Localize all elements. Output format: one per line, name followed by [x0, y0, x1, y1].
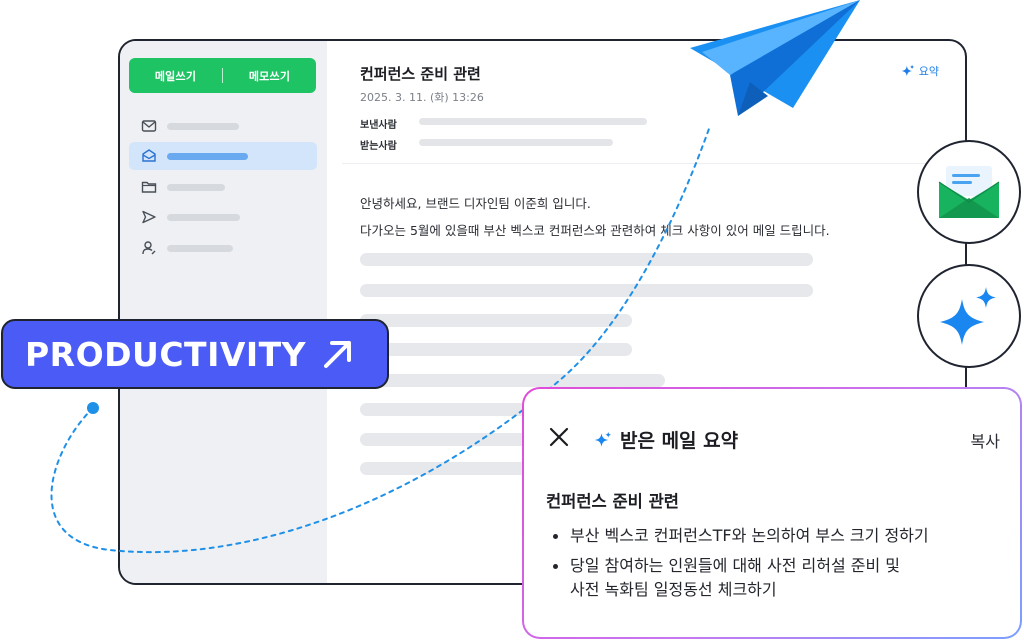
recipient-placeholder: [419, 139, 613, 146]
open-mail-icon: [938, 166, 1000, 218]
mail-badge: [917, 140, 1021, 244]
sidebar-item-sent[interactable]: [129, 203, 317, 231]
summary-item-text-continued: 사전 녹화팀 일정동선 체크하기: [570, 580, 777, 599]
inbox-icon: [142, 149, 156, 162]
summary-item: 부산 벡스코 컨퍼런스TF와 논의하여 부스 크기 정하기: [546, 524, 929, 548]
write-mail-button[interactable]: 메일쓰기: [129, 68, 222, 84]
contacts-icon: [142, 241, 156, 255]
sender-label: 보낸사람: [360, 120, 397, 131]
summary-list: 부산 벡스코 컨퍼런스TF와 논의하여 부스 크기 정하기 당일 참여하는 인원…: [546, 524, 929, 608]
summarize-button[interactable]: 요약: [901, 63, 939, 79]
sidebar-item-placeholder: [167, 214, 240, 221]
copy-button[interactable]: 복사: [971, 428, 1000, 452]
ai-sparkle-badge: [917, 264, 1021, 368]
mail-body-line: 안녕하세요, 브랜드 디자인팀 이준희 입니다.: [360, 196, 591, 211]
sidebar-item-placeholder: [167, 153, 248, 160]
send-icon: [142, 210, 156, 224]
mail-subject: 컨퍼런스 준비 관련: [360, 65, 481, 83]
sidebar: 메일쓰기 메모쓰기: [120, 41, 327, 583]
sidebar-item-inbox[interactable]: [129, 142, 317, 170]
text-placeholder: [360, 253, 813, 266]
sidebar-item-placeholder: [167, 184, 225, 191]
trail-start-dot: [87, 402, 99, 414]
sender-placeholder: [419, 118, 647, 125]
compose-bar: 메일쓰기 메모쓰기: [129, 58, 316, 93]
write-memo-button[interactable]: 메모쓰기: [223, 68, 316, 84]
sidebar-item-contacts[interactable]: [129, 234, 317, 262]
sidebar-item-placeholder: [167, 245, 233, 252]
mail-icon: [141, 120, 157, 132]
sidebar-item-folder[interactable]: [129, 173, 317, 201]
text-placeholder: [360, 314, 632, 327]
text-placeholder: [360, 374, 665, 387]
folder-icon: [141, 181, 157, 193]
productivity-badge: PRODUCTIVITY: [1, 319, 389, 389]
summary-item-text: 당일 참여하는 인원들에 대해 사전 리허설 준비 및: [570, 556, 901, 575]
close-icon[interactable]: [548, 426, 570, 448]
sidebar-item-placeholder: [167, 123, 239, 130]
mail-summary-card: 받은 메일 요약 복사 컨퍼런스 준비 관련 부산 벡스코 컨퍼런스TF와 논의…: [522, 387, 1022, 639]
summary-item: 당일 참여하는 인원들에 대해 사전 리허설 준비 및 사전 녹화팀 일정동선 …: [546, 554, 929, 602]
summary-title-wrap: 받은 메일 요약: [594, 426, 738, 453]
summary-item-text: 부산 벡스코 컨퍼런스TF와 논의하여 부스 크기 정하기: [570, 526, 929, 545]
text-placeholder: [360, 343, 632, 356]
paper-plane-icon: [690, 0, 860, 116]
mail-date: 2025. 3. 11. (화) 13:26: [360, 91, 484, 104]
arrow-up-right-icon: [324, 341, 352, 368]
sparkle-icon: [940, 287, 996, 345]
summary-subject: 컨퍼런스 준비 관련: [546, 492, 679, 511]
mail-body-line: 다가오는 5월에 있을때 부산 벡스코 컨퍼런스와 관련하여 체크 사항이 있어…: [360, 223, 830, 238]
sparkle-icon: [594, 431, 612, 447]
stage: 메일쓰기 메모쓰기 컨퍼런스 준비 관련 2025. 3. 11. (화) 13…: [0, 0, 1024, 642]
productivity-text: PRODUCTIVITY: [25, 334, 307, 374]
sidebar-item-mail[interactable]: [129, 112, 317, 140]
recipient-label: 받는사람: [360, 141, 397, 152]
sparkle-icon: [901, 64, 915, 77]
summarize-label: 요약: [918, 65, 939, 78]
header-divider: [342, 163, 965, 164]
text-placeholder: [360, 284, 813, 297]
summary-title: 받은 메일 요약: [620, 430, 739, 452]
